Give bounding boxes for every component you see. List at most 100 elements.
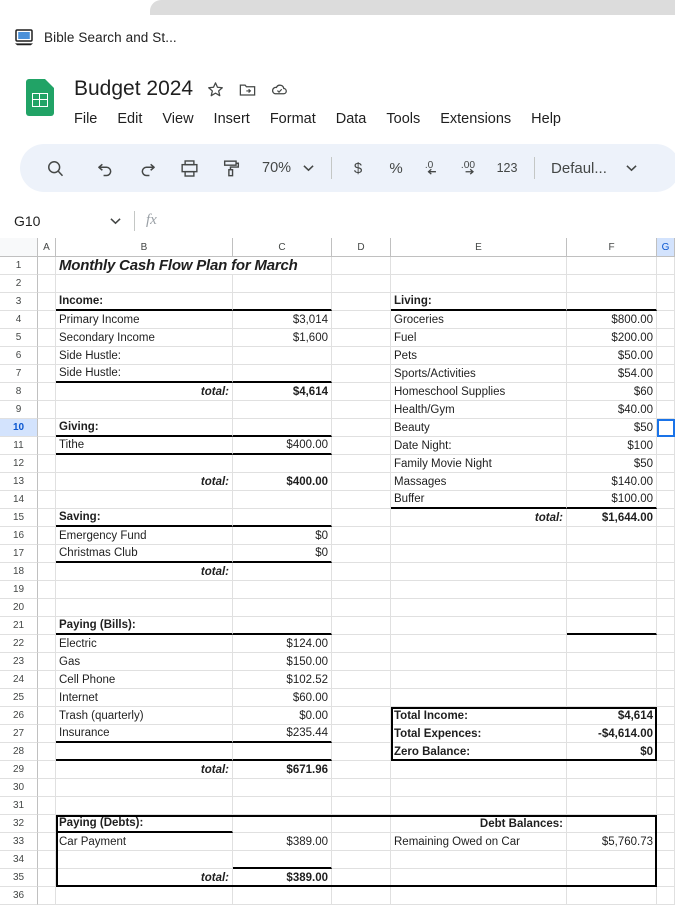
- grid-cell[interactable]: [391, 797, 567, 815]
- paying-bills-item-value[interactable]: $235.44: [233, 725, 332, 743]
- grid-cell[interactable]: [657, 797, 675, 815]
- grid-cell[interactable]: [332, 419, 391, 437]
- redo-icon[interactable]: [130, 151, 164, 185]
- grid-cell[interactable]: [567, 653, 657, 671]
- grid-cell[interactable]: [233, 851, 332, 869]
- paying-bills-item-value[interactable]: $60.00: [233, 689, 332, 707]
- paying-debts-item-value[interactable]: $389.00: [233, 833, 332, 851]
- row-header-31[interactable]: 31: [0, 797, 38, 815]
- grid-cell[interactable]: [332, 383, 391, 401]
- font-chevron-down-icon[interactable]: [619, 153, 645, 183]
- grid-cell[interactable]: [332, 401, 391, 419]
- grid-cell[interactable]: [38, 743, 56, 761]
- grid-cell[interactable]: [657, 293, 675, 311]
- grid-cell[interactable]: [38, 599, 56, 617]
- income-item-value[interactable]: [233, 365, 332, 383]
- row-header-32[interactable]: 32: [0, 815, 38, 833]
- grid-cell[interactable]: [38, 293, 56, 311]
- row-header-33[interactable]: 33: [0, 833, 38, 851]
- grid-cell[interactable]: [233, 797, 332, 815]
- income-total-value[interactable]: $4,614: [233, 383, 332, 401]
- saving-total-value[interactable]: [233, 563, 332, 581]
- grid-cell[interactable]: [657, 617, 675, 635]
- grid-cell[interactable]: [233, 275, 332, 293]
- sheet-title[interactable]: Monthly Cash Flow Plan for March: [56, 257, 332, 275]
- grid-cell[interactable]: [657, 671, 675, 689]
- grid-cell[interactable]: [657, 743, 675, 761]
- income-item-label[interactable]: Side Hustle:: [56, 347, 233, 365]
- grid-cell[interactable]: [38, 383, 56, 401]
- grid-cell[interactable]: [38, 473, 56, 491]
- grid-cell[interactable]: [332, 707, 391, 725]
- grid-cell[interactable]: [391, 689, 567, 707]
- row-header-21[interactable]: 21: [0, 617, 38, 635]
- menu-item-view[interactable]: View: [162, 110, 193, 128]
- grid-cell[interactable]: [332, 743, 391, 761]
- grid-cell[interactable]: [38, 437, 56, 455]
- grid-cell[interactable]: [567, 545, 657, 563]
- grid-cell[interactable]: [233, 887, 332, 905]
- document-title[interactable]: Budget 2024: [74, 77, 193, 101]
- grid-cell[interactable]: [233, 455, 332, 473]
- grid-cell[interactable]: [332, 761, 391, 779]
- grid-cell[interactable]: [657, 473, 675, 491]
- grid-cell[interactable]: [391, 635, 567, 653]
- grid-cell[interactable]: [391, 275, 567, 293]
- living-item-value[interactable]: $200.00: [567, 329, 657, 347]
- sheets-logo-icon[interactable]: [26, 79, 54, 116]
- grid-cell[interactable]: [657, 599, 675, 617]
- paying-bills-header[interactable]: Paying (Bills):: [56, 617, 233, 635]
- font-name-value[interactable]: Defaul...: [545, 160, 607, 177]
- living-item-value[interactable]: $50: [567, 455, 657, 473]
- grid-cell[interactable]: [38, 887, 56, 905]
- living-item-label[interactable]: Massages: [391, 473, 567, 491]
- grid-cell[interactable]: [332, 887, 391, 905]
- name-box[interactable]: G10: [14, 210, 124, 232]
- income-item-value[interactable]: [233, 347, 332, 365]
- grid-cell[interactable]: [391, 563, 567, 581]
- grid-cell[interactable]: [567, 797, 657, 815]
- column-header-e[interactable]: E: [391, 238, 567, 257]
- debt-balances-item-value[interactable]: $5,760.73: [567, 833, 657, 851]
- print-icon[interactable]: [172, 151, 206, 185]
- grid-cell[interactable]: [56, 851, 233, 869]
- saving-item-label[interactable]: Christmas Club: [56, 545, 233, 563]
- paying-debts-header[interactable]: Paying (Debts):: [56, 815, 233, 833]
- grid-cell[interactable]: [332, 509, 391, 527]
- grid-cell[interactable]: [332, 257, 391, 275]
- grid-cell[interactable]: [233, 401, 332, 419]
- browser-tab-shape[interactable]: [150, 0, 675, 15]
- column-header-b[interactable]: B: [56, 238, 233, 257]
- living-item-label[interactable]: Fuel: [391, 329, 567, 347]
- grid-cell[interactable]: [38, 455, 56, 473]
- grid-cell[interactable]: [567, 527, 657, 545]
- row-header-24[interactable]: 24: [0, 671, 38, 689]
- row-header-3[interactable]: 3: [0, 293, 38, 311]
- grid-cell[interactable]: [657, 365, 675, 383]
- zoom-level-value[interactable]: 70%: [248, 160, 295, 176]
- grid-cell[interactable]: [332, 311, 391, 329]
- saving-item-label[interactable]: Emergency Fund: [56, 527, 233, 545]
- giving-item-label[interactable]: Tithe: [56, 437, 233, 455]
- living-item-value[interactable]: $54.00: [567, 365, 657, 383]
- row-header-7[interactable]: 7: [0, 365, 38, 383]
- grid-cell[interactable]: [56, 743, 233, 761]
- grid-cell[interactable]: [567, 635, 657, 653]
- grid-cell[interactable]: [233, 419, 332, 437]
- income-item-label[interactable]: Primary Income: [56, 311, 233, 329]
- grid-cell[interactable]: [332, 851, 391, 869]
- summary-value[interactable]: -$4,614.00: [567, 725, 657, 743]
- row-header-8[interactable]: 8: [0, 383, 38, 401]
- income-item-label[interactable]: Secondary Income: [56, 329, 233, 347]
- grid-cell[interactable]: [38, 815, 56, 833]
- grid-cell[interactable]: [38, 869, 56, 887]
- row-header-29[interactable]: 29: [0, 761, 38, 779]
- grid-cell[interactable]: [332, 833, 391, 851]
- column-header-f[interactable]: F: [567, 238, 657, 257]
- grid-cell[interactable]: [391, 617, 567, 635]
- grid-cell[interactable]: [38, 779, 56, 797]
- row-header-17[interactable]: 17: [0, 545, 38, 563]
- grid-cell[interactable]: [657, 761, 675, 779]
- grid-cell[interactable]: [332, 653, 391, 671]
- grid-cell[interactable]: [38, 581, 56, 599]
